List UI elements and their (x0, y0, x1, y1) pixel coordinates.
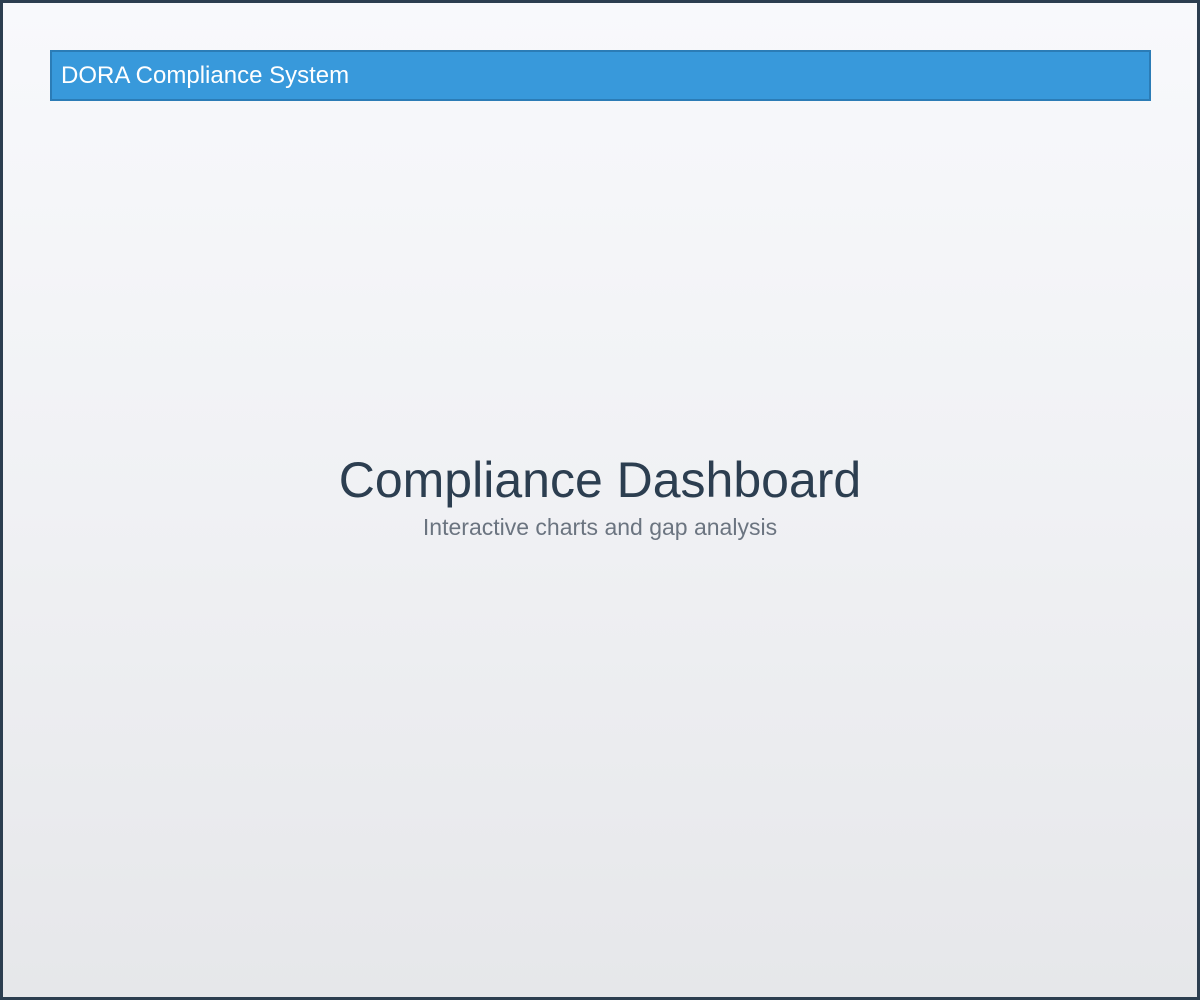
app-header-bar: DORA Compliance System (50, 50, 1151, 101)
page-title: Compliance Dashboard (338, 452, 862, 508)
app-title: DORA Compliance System (61, 61, 350, 89)
app-window: DORA Compliance System Compliance Dashbo… (0, 0, 1200, 1000)
dashboard-hero: Compliance Dashboard Interactive charts … (3, 451, 1197, 541)
page-subtitle: Interactive charts and gap analysis (422, 514, 778, 540)
